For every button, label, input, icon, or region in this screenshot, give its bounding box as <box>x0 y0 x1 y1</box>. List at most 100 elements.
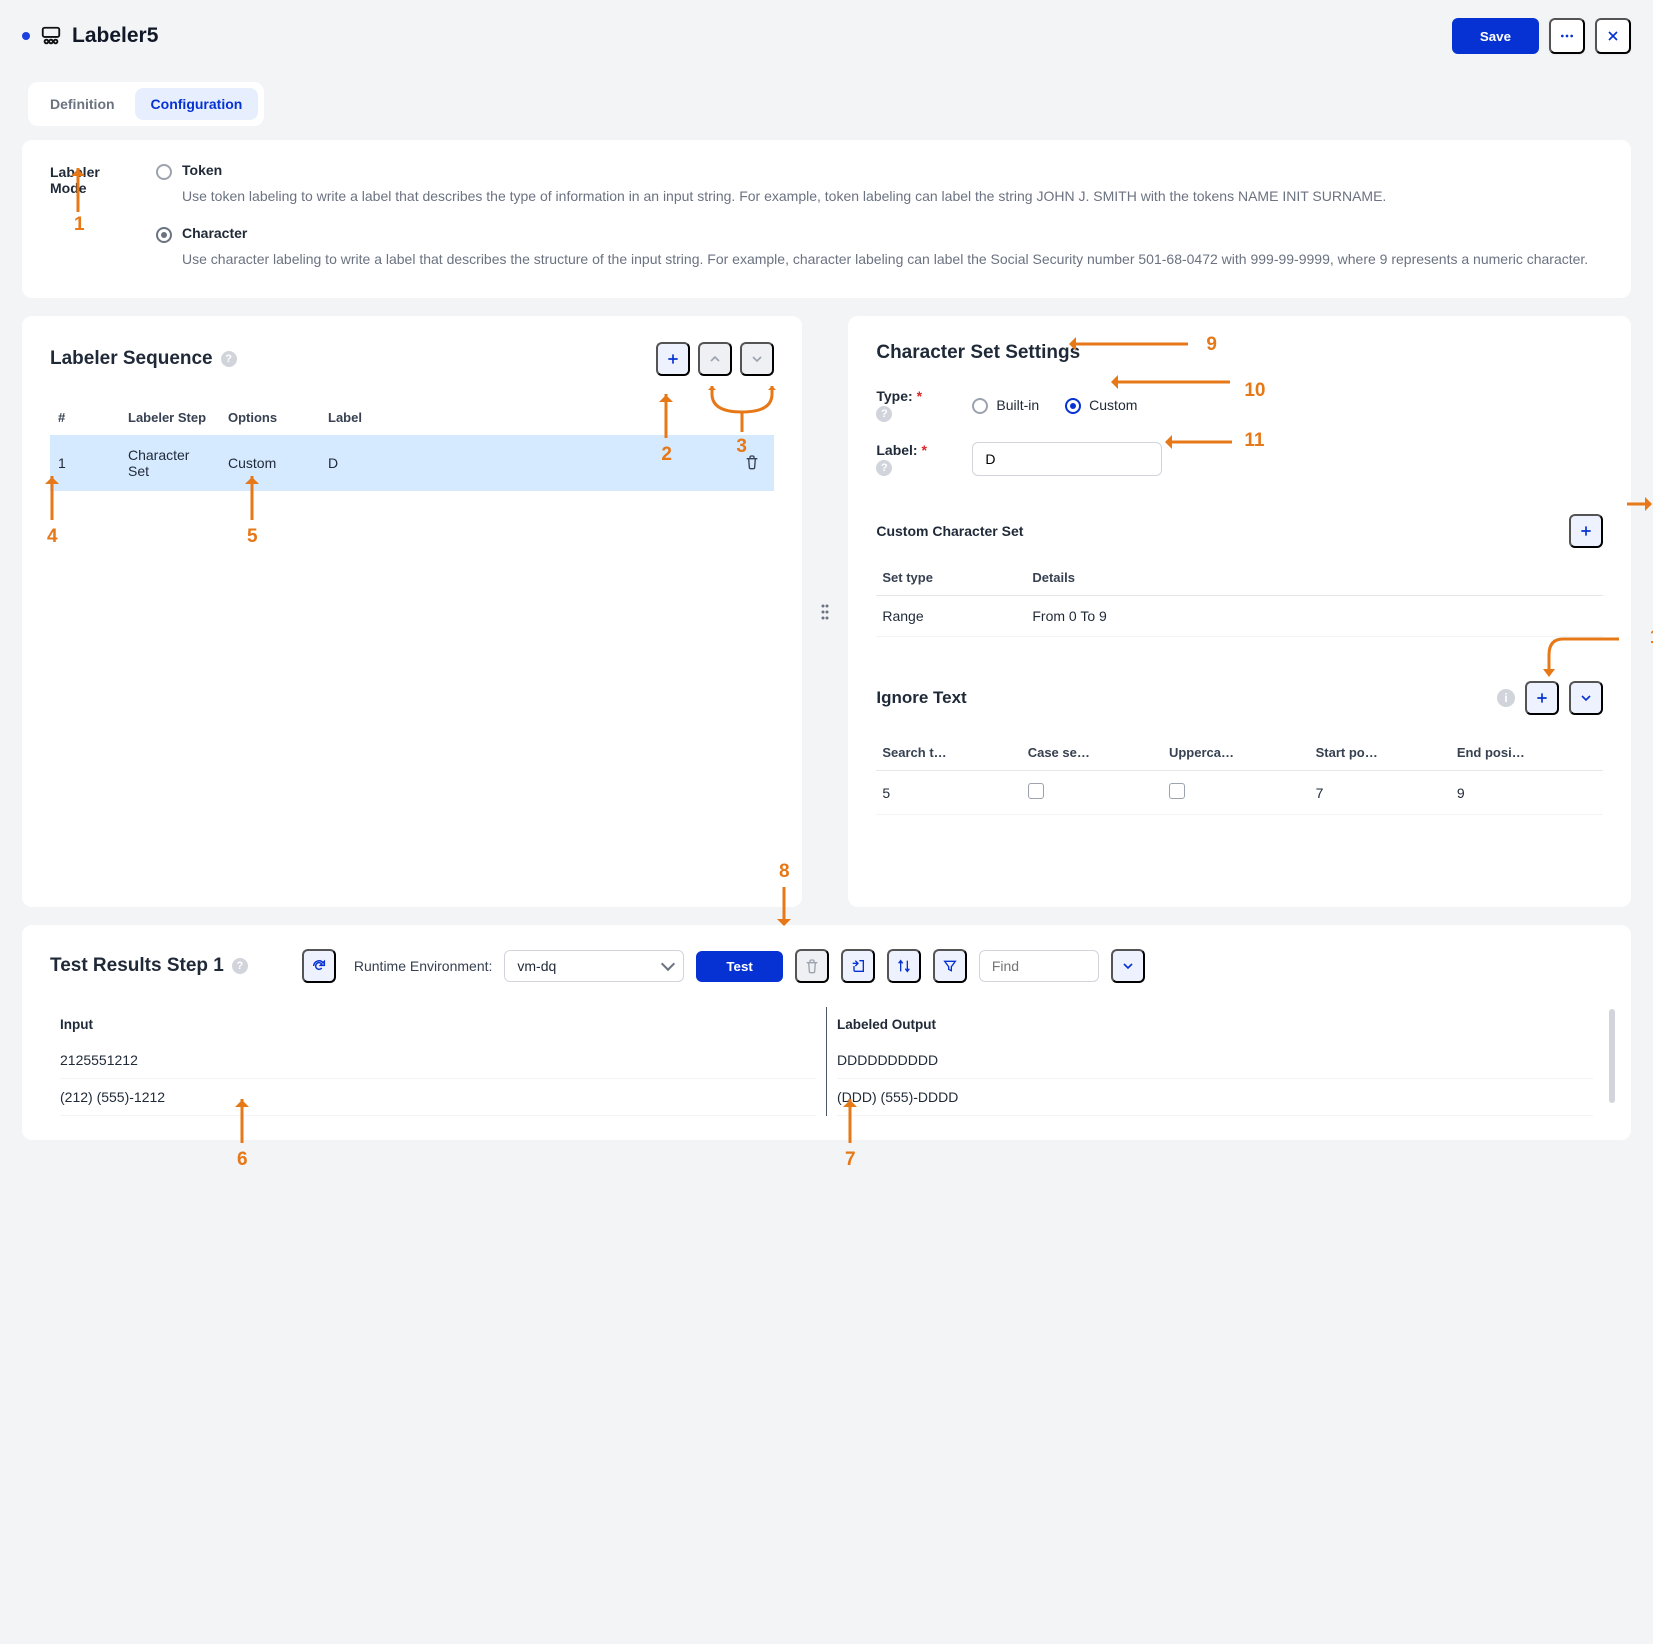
test-results-title: Test Results Step 1 <box>50 955 224 977</box>
sequence-col-num: # <box>50 400 120 435</box>
ignore-row-upper-checkbox[interactable] <box>1169 783 1185 799</box>
add-charset-button[interactable] <box>1569 514 1603 548</box>
runtime-value: vm-dq <box>517 958 556 974</box>
chevron-down-icon <box>749 351 765 367</box>
dots-horizontal-icon <box>1559 28 1575 44</box>
sequence-row[interactable]: 1 Character Set Custom D <box>50 435 774 491</box>
test-col-input: Input <box>60 1007 816 1042</box>
charset-row-details: From 0 To 9 <box>1026 596 1603 637</box>
trash-icon <box>744 454 760 470</box>
panel-splitter[interactable] <box>820 316 830 907</box>
filter-icon <box>942 958 958 974</box>
delete-step-button[interactable] <box>738 453 766 474</box>
charset-row[interactable]: Range From 0 To 9 <box>876 596 1603 637</box>
type-label: Type: * ? <box>876 388 936 422</box>
test-row-input: 2125551212 <box>60 1042 816 1079</box>
refresh-icon <box>311 958 327 974</box>
test-row-input: (212) (555)-1212 <box>60 1079 816 1116</box>
ignore-row[interactable]: 5 7 9 <box>876 771 1603 815</box>
runtime-select[interactable]: vm-dq <box>504 950 684 982</box>
close-button[interactable] <box>1595 18 1631 54</box>
settings-title: Character Set Settings <box>876 342 1080 364</box>
ignore-text-title: Ignore Text <box>876 688 1487 708</box>
radio-custom-label: Custom <box>1089 397 1137 413</box>
ignore-col-search: Search t… <box>876 735 1021 771</box>
more-actions-button[interactable] <box>1549 18 1585 54</box>
character-set-settings-panel: Character Set Settings 9 Type: * ? Built… <box>848 316 1631 907</box>
labeler-icon <box>40 25 62 47</box>
help-icon[interactable]: ? <box>876 406 892 422</box>
tab-definition[interactable]: Definition <box>34 88 131 120</box>
ignore-row-search: 5 <box>876 771 1021 815</box>
label-input[interactable] <box>972 442 1162 476</box>
trash-icon <box>804 958 820 974</box>
sort-button[interactable] <box>887 949 921 983</box>
sort-icon <box>896 958 912 974</box>
test-results-panel: Test Results Step 1 ? Runtime Environmen… <box>22 925 1631 1140</box>
chevron-up-icon <box>707 351 723 367</box>
add-ignore-button[interactable] <box>1525 681 1559 715</box>
drag-handle-icon <box>821 603 829 621</box>
ignore-row-case-checkbox[interactable] <box>1028 783 1044 799</box>
radio-character-label: Character <box>182 225 247 241</box>
sequence-title: Labeler Sequence <box>50 348 213 370</box>
add-step-button[interactable] <box>656 342 690 376</box>
move-down-button[interactable] <box>740 342 774 376</box>
collapse-results-button[interactable] <box>1111 949 1145 983</box>
custom-charset-table: Set type Details Range From 0 To 9 <box>876 560 1603 637</box>
unsaved-indicator <box>22 32 30 40</box>
label-label: Label: * ? <box>876 442 936 476</box>
charset-row-type: Range <box>876 596 1026 637</box>
sequence-col-step: Labeler Step <box>120 400 220 435</box>
import-button[interactable] <box>841 949 875 983</box>
radio-builtin-label: Built-in <box>996 397 1039 413</box>
delete-results-button[interactable] <box>795 949 829 983</box>
ignore-col-end: End posi… <box>1451 735 1603 771</box>
test-col-output: Labeled Output <box>837 1007 1593 1042</box>
sequence-row-num: 1 <box>50 435 120 491</box>
move-up-button[interactable] <box>698 342 732 376</box>
labeler-mode-label: Labeler Mode <box>50 162 132 270</box>
plus-icon <box>1578 523 1594 539</box>
radio-custom[interactable]: Custom <box>1065 396 1137 414</box>
radio-character[interactable] <box>156 227 172 243</box>
tabbar: Definition Configuration <box>28 82 264 126</box>
ignore-text-table: Search t… Case se… Upperca… Start po… En… <box>876 735 1603 815</box>
charset-col-type: Set type <box>876 560 1026 596</box>
runtime-label: Runtime Environment: <box>354 958 493 974</box>
help-icon[interactable]: ? <box>232 958 248 974</box>
save-button[interactable]: Save <box>1452 18 1539 54</box>
help-icon[interactable]: ? <box>221 351 237 367</box>
results-scrollbar[interactable] <box>1609 1009 1615 1103</box>
tab-configuration[interactable]: Configuration <box>135 88 259 120</box>
custom-set-title: Custom Character Set <box>876 523 1559 539</box>
sequence-col-label: Label <box>320 400 730 435</box>
radio-token[interactable] <box>156 164 172 180</box>
page-header: Labeler5 Save <box>22 18 1631 54</box>
expand-ignore-button[interactable] <box>1569 681 1603 715</box>
refresh-button[interactable] <box>302 949 336 983</box>
sequence-row-label: D <box>320 435 730 491</box>
plus-icon <box>1534 690 1550 706</box>
labeler-sequence-panel: Labeler Sequence ? 2 <box>22 316 802 907</box>
charset-col-details: Details <box>1026 560 1603 596</box>
ignore-row-start: 7 <box>1310 771 1451 815</box>
filter-button[interactable] <box>933 949 967 983</box>
sequence-row-options: Custom <box>220 435 320 491</box>
test-row-output: DDDDDDDDDD <box>837 1042 1593 1079</box>
test-button[interactable]: Test <box>696 951 782 982</box>
help-icon[interactable]: ? <box>876 460 892 476</box>
ignore-col-case: Case se… <box>1022 735 1163 771</box>
import-icon <box>850 958 866 974</box>
character-description: Use character labeling to write a label … <box>182 249 1603 270</box>
find-input[interactable] <box>979 950 1099 982</box>
radio-builtin[interactable]: Built-in <box>972 396 1039 414</box>
sequence-row-step: Character Set <box>120 435 220 491</box>
ignore-row-end: 9 <box>1451 771 1603 815</box>
test-row-output: (DDD) (555)-DDDD <box>837 1079 1593 1116</box>
plus-icon <box>665 351 681 367</box>
info-icon[interactable]: i <box>1497 689 1515 707</box>
page-title: Labeler5 <box>72 24 158 48</box>
labeler-mode-panel: Labeler Mode Token Use token labeling to… <box>22 140 1631 298</box>
ignore-col-start: Start po… <box>1310 735 1451 771</box>
